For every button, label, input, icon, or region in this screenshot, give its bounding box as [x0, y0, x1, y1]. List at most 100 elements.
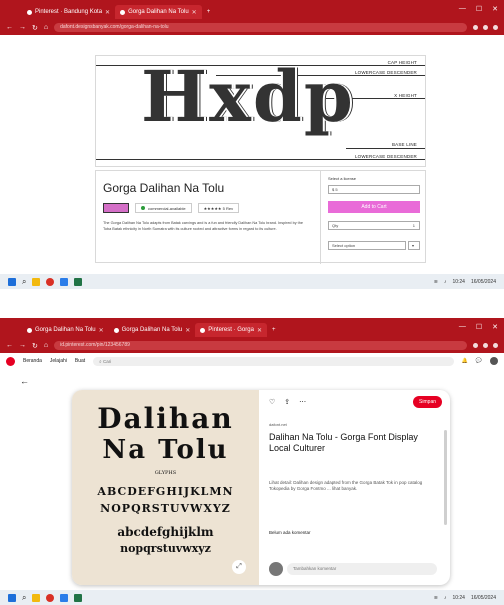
pin-image-subtitle: Na Tolu [102, 435, 229, 465]
close-icon[interactable]: ✕ [99, 327, 104, 334]
rating: ★★★★★ 5 Rev [197, 203, 240, 213]
wifi-icon[interactable]: ≋ [434, 595, 438, 601]
pin-description: Lihat detail: Dalihan design adapted fro… [269, 480, 423, 491]
tab-favicon-icon [200, 327, 206, 333]
messages-icon[interactable]: 💬 [476, 358, 482, 364]
back-arrow-icon[interactable]: ← [20, 376, 29, 386]
option-select[interactable]: Select option [328, 241, 406, 250]
maximize-icon[interactable]: ☐ [476, 323, 482, 331]
scrollbar[interactable] [444, 430, 447, 525]
notification-icon[interactable]: 🔔 [462, 358, 468, 364]
status-dot-icon [141, 206, 145, 210]
minimize-icon[interactable]: — [459, 323, 466, 331]
browser-tab-bar: Gorga Dalihan Na Tolu ✕ Gorga Dalihan Na … [0, 318, 504, 338]
maximize-icon[interactable]: ☐ [476, 5, 482, 13]
url-field[interactable]: id.pinterest.com/pin/123456789 [54, 341, 467, 350]
extension-icon[interactable] [483, 25, 488, 30]
clock-date[interactable]: 16/05/2024 [471, 279, 496, 285]
close-icon[interactable]: ✕ [185, 327, 190, 334]
browser-tab[interactable]: Pinterest · Bandung Kota ✕ [22, 5, 115, 19]
guide-label: BASE LINE [391, 142, 417, 147]
close-icon[interactable]: ✕ [257, 327, 262, 334]
back-icon[interactable]: ← [6, 342, 13, 349]
clock-time[interactable]: 10:24 [452, 595, 465, 601]
pin-uppercase-row: ABCDEFGHIJKLMN [97, 485, 234, 498]
pin-domain[interactable]: dafont.net [269, 422, 287, 427]
nav-home[interactable]: Beranda [23, 358, 42, 364]
browser-tab-active[interactable]: Pinterest · Gorga ✕ [195, 323, 267, 337]
start-icon[interactable] [8, 593, 16, 602]
new-tab-button[interactable]: + [202, 5, 216, 19]
search-input[interactable]: ⌕ Cari [93, 356, 454, 366]
close-icon[interactable]: ✕ [192, 9, 197, 16]
dropdown-icon[interactable]: ▾ [408, 241, 420, 250]
close-window-icon[interactable]: ✕ [492, 323, 498, 331]
system-tray: ≋ ♪ 10:24 16/05/2024 [434, 279, 496, 285]
search-placeholder: Cari [102, 358, 112, 364]
file-explorer-icon[interactable] [32, 593, 41, 602]
tab-favicon-icon [27, 327, 32, 333]
comment-input[interactable]: Tambahkan komentar [287, 563, 437, 575]
back-icon[interactable]: ← [6, 24, 13, 31]
wifi-icon[interactable]: ≋ [434, 279, 438, 285]
expand-icon[interactable]: ⤢ [232, 560, 246, 574]
windows-taskbar: ⌕ ≋ ♪ 10:24 16/05/2024 [0, 590, 504, 605]
start-icon[interactable] [8, 277, 16, 286]
home-icon[interactable]: ⌂ [44, 24, 48, 31]
search-icon[interactable]: ⌕ [22, 593, 26, 603]
home-icon[interactable]: ⌂ [44, 342, 48, 349]
extension-icon[interactable] [473, 25, 478, 30]
profile-icon[interactable] [493, 25, 498, 30]
browser-tab-bar: Pinterest · Bandung Kota ✕ Gorga Dalihan … [0, 0, 504, 20]
close-icon[interactable]: ✕ [105, 9, 110, 16]
tab-favicon-icon [113, 327, 119, 333]
store-icon[interactable] [60, 593, 69, 602]
pinterest-logo-icon[interactable] [6, 356, 15, 366]
clock-date[interactable]: 16/05/2024 [471, 595, 496, 601]
nav-explore[interactable]: Jelajahi [50, 358, 67, 364]
clock-time[interactable]: 10:24 [452, 279, 465, 285]
add-to-cart-button[interactable]: Add to Cart [328, 201, 420, 213]
url-field[interactable]: dafont.designsbanyak.com/gorga-dalihan-n… [54, 23, 467, 32]
extension-icon[interactable] [473, 343, 478, 348]
extension-icon[interactable] [483, 343, 488, 348]
chrome-icon[interactable] [46, 277, 55, 286]
close-window-icon[interactable]: ✕ [492, 5, 498, 13]
volume-icon[interactable]: ♪ [444, 279, 447, 285]
reload-icon[interactable]: ↻ [32, 24, 38, 32]
app-icon[interactable] [74, 277, 83, 286]
avatar [269, 562, 283, 576]
reload-icon[interactable]: ↻ [32, 342, 38, 350]
browser-tab-active[interactable]: Gorga Dalihan Na Tolu ✕ [115, 5, 202, 19]
color-swatch[interactable] [103, 203, 129, 213]
screenshot-pinterest-page: Gorga Dalihan Na Tolu ✕ Gorga Dalihan Na … [0, 318, 504, 605]
qty-field[interactable]: Qty 1 [328, 221, 420, 230]
file-explorer-icon[interactable] [32, 277, 41, 286]
pin-image[interactable]: Dalihan Na Tolu GLYPHS ABCDEFGHIJKLMN NO… [72, 390, 259, 585]
avatar[interactable] [490, 357, 498, 365]
browser-tab[interactable]: Gorga Dalihan Na Tolu ✕ [22, 323, 109, 337]
store-icon[interactable] [60, 277, 69, 286]
like-icon[interactable]: ♡ [269, 398, 275, 406]
volume-icon[interactable]: ♪ [444, 595, 447, 601]
save-button[interactable]: Simpan [413, 396, 442, 408]
more-icon[interactable]: ⋯ [299, 398, 306, 406]
window-controls: — ☐ ✕ [459, 5, 498, 13]
pin-actions: ♡ ⇪ ⋯ [269, 398, 306, 406]
share-icon[interactable]: ⇪ [284, 398, 290, 406]
font-meta-row: commercial-available ★★★★★ 5 Rev [103, 203, 240, 213]
minimize-icon[interactable]: — [459, 5, 466, 13]
chrome-icon[interactable] [46, 593, 55, 602]
forward-icon[interactable]: → [19, 342, 26, 349]
app-icon[interactable] [74, 593, 83, 602]
font-info: Gorga Dalihan Na Tolu commercial-availab… [96, 171, 321, 264]
pin-image-title: Dalihan [97, 402, 234, 435]
profile-icon[interactable] [493, 343, 498, 348]
extension-icons [473, 25, 498, 30]
license-select[interactable]: $ 5 [328, 185, 420, 194]
new-tab-button[interactable]: + [267, 323, 281, 337]
forward-icon[interactable]: → [19, 24, 26, 31]
browser-tab[interactable]: Gorga Dalihan Na Tolu ✕ [109, 323, 196, 337]
search-icon[interactable]: ⌕ [22, 277, 26, 287]
nav-create[interactable]: Buat [75, 358, 85, 364]
